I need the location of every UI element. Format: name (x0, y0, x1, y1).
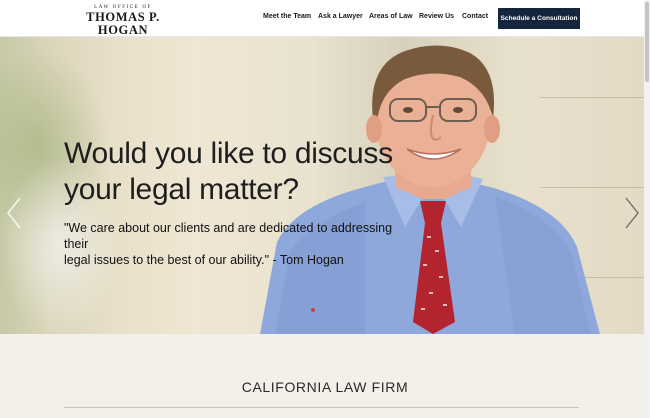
nav-item-contact[interactable]: Contact (462, 13, 488, 20)
chevron-left-icon[interactable] (6, 197, 22, 229)
intro-section: CALIFORNIA LAW FIRM (0, 334, 650, 418)
hero-headline: Would you like to discuss your legal mat… (64, 136, 424, 208)
hero-headline-line-2: your legal matter? (64, 173, 299, 206)
site-logo[interactable]: LAW OFFICE OF THOMAS P. HOGAN ATTORNEY A… (64, 5, 182, 42)
hero-quote: "We care about our clients and are dedic… (64, 220, 404, 268)
logo-line-2: THOMAS P. HOGAN (86, 10, 160, 37)
schedule-consultation-button[interactable]: Schedule a Consultation (498, 8, 580, 29)
chevron-right-icon[interactable] (624, 197, 640, 229)
site-header: LAW OFFICE OF THOMAS P. HOGAN ATTORNEY A… (0, 0, 650, 42)
hero-headline-line-1: Would you like to discuss (64, 137, 393, 170)
hero-quote-line-2: legal issues to the best of our ability.… (64, 253, 344, 267)
nav-item-ask-a-lawyer[interactable]: Ask a Lawyer (318, 13, 363, 20)
page-scrollbar[interactable] (644, 0, 650, 418)
section-divider (64, 407, 579, 408)
scrollbar-thumb[interactable] (645, 2, 649, 82)
section-title: CALIFORNIA LAW FIRM (241, 379, 409, 395)
nav-item-areas-of-law[interactable]: Areas of Law (369, 13, 413, 20)
nav-item-review-us[interactable]: Review Us (419, 13, 454, 20)
hero-quote-line-1: "We care about our clients and are dedic… (64, 221, 393, 251)
carousel-indicator-dot[interactable] (311, 308, 315, 312)
nav-item-meet-the-team[interactable]: Meet the Team (263, 13, 311, 20)
hero-carousel: Would you like to discuss your legal mat… (0, 37, 650, 334)
